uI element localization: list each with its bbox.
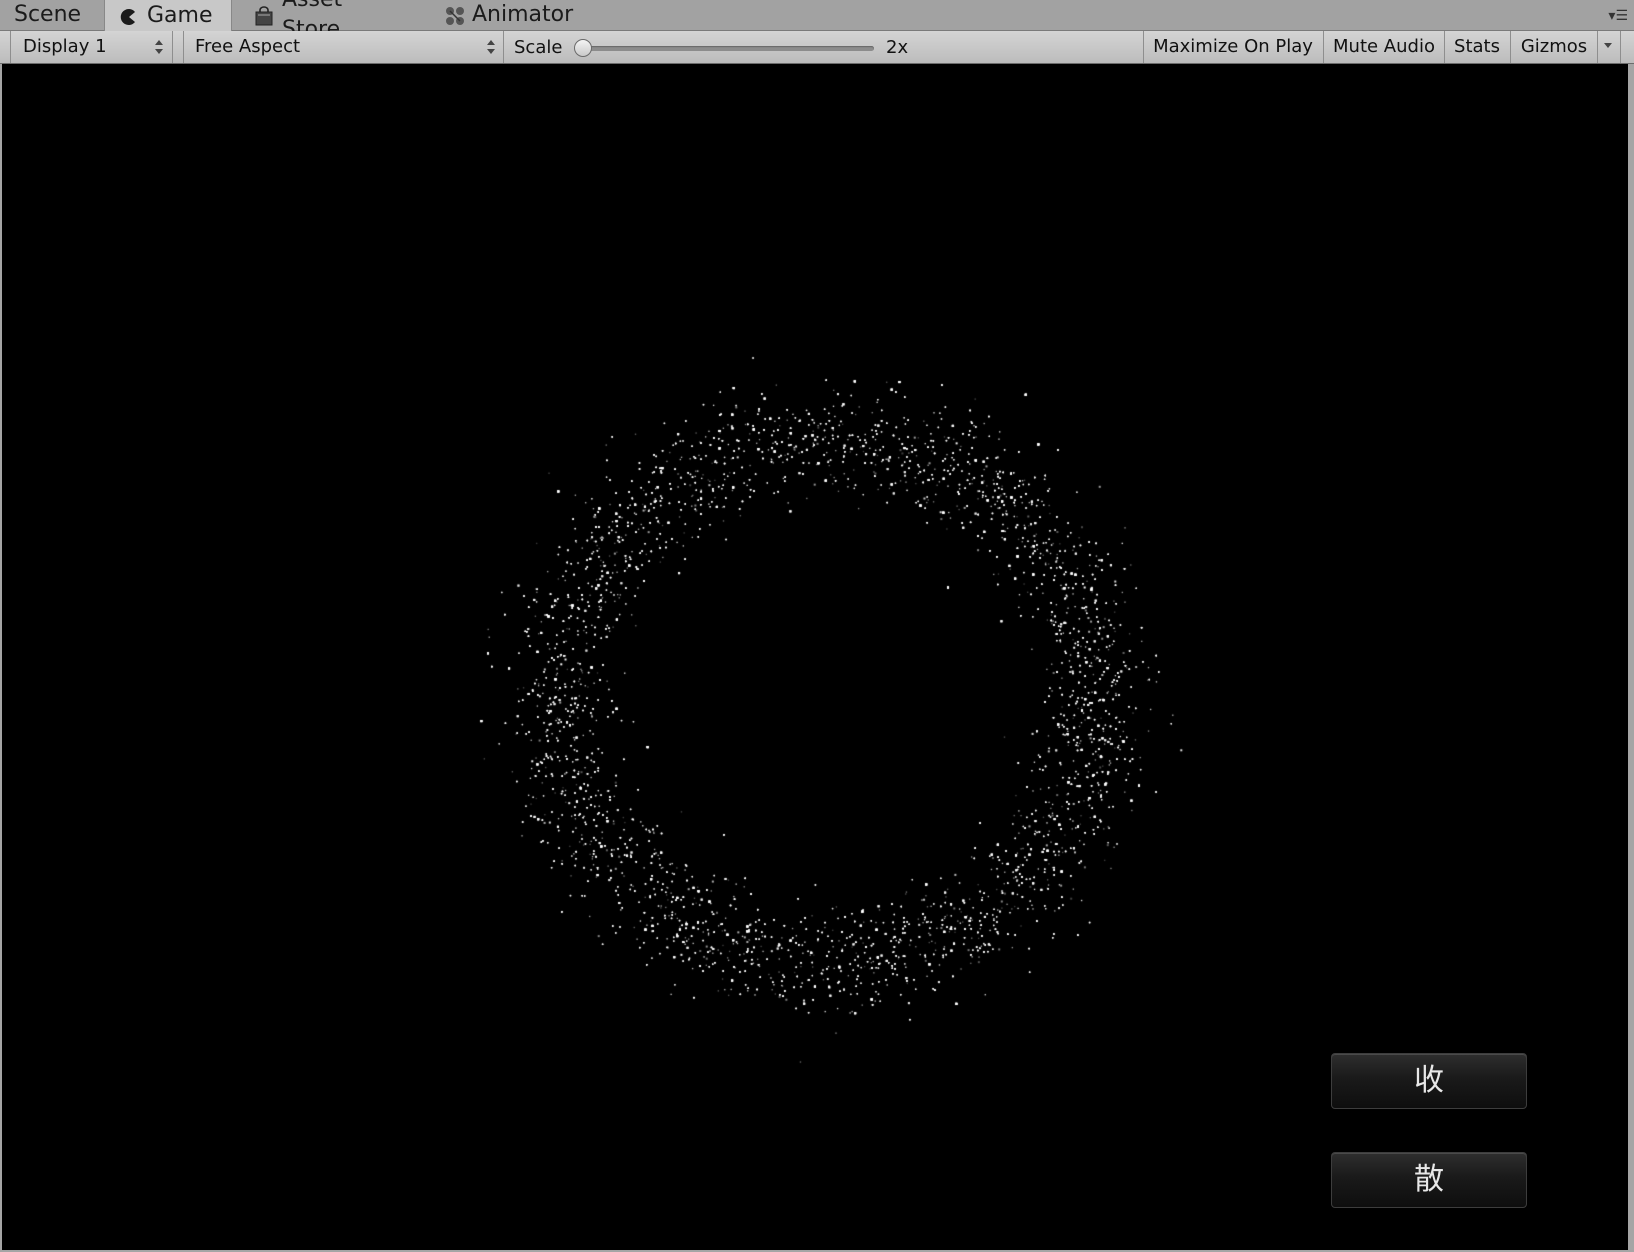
scale-value: 2x: [886, 37, 909, 58]
gizmos-label: Gizmos: [1520, 36, 1588, 57]
gizmos-toggle[interactable]: Gizmos: [1511, 31, 1597, 63]
tab-animator-label: Animator: [472, 2, 574, 27]
scatter-button[interactable]: 散: [1331, 1152, 1527, 1208]
gather-button[interactable]: 收: [1331, 1053, 1527, 1109]
game-toolbar: Display 1 Free Aspect Scale 2x Maximize …: [0, 31, 1634, 64]
animator-nodes-icon: [444, 5, 464, 25]
gizmos-dropdown[interactable]: [1598, 31, 1618, 63]
maximize-on-play-label: Maximize On Play: [1153, 36, 1313, 57]
scale-slider-thumb[interactable]: [574, 39, 592, 57]
scale-label: Scale: [514, 37, 563, 58]
mute-audio-label: Mute Audio: [1333, 36, 1435, 57]
tab-scene-label: Scene: [14, 2, 82, 27]
mute-audio-toggle[interactable]: Mute Audio: [1324, 31, 1444, 63]
popup-arrows-icon: [486, 40, 496, 54]
tab-game[interactable]: Game: [104, 0, 232, 31]
scale-slider-track[interactable]: [578, 46, 874, 51]
aspect-select-value: Free Aspect: [195, 36, 301, 57]
unity-game-window: Scene Game Asset Store: [0, 0, 1634, 1252]
display-select[interactable]: Display 1: [12, 31, 170, 63]
aspect-select[interactable]: Free Aspect: [184, 31, 502, 63]
shopping-bag-icon: [254, 5, 274, 26]
popup-arrows-icon: [154, 40, 164, 54]
tab-animator[interactable]: Animator: [430, 0, 590, 30]
chevron-down-icon: [1604, 43, 1612, 48]
pane-options-menu-icon[interactable]: ▾☰: [1602, 8, 1628, 24]
gather-button-label: 收: [1414, 1063, 1444, 1098]
maximize-on-play-toggle[interactable]: Maximize On Play: [1144, 31, 1322, 63]
tab-strip: Scene Game Asset Store: [0, 0, 1634, 42]
game-viewport[interactable]: 收 散: [2, 64, 1628, 1250]
stats-label: Stats: [1454, 36, 1500, 57]
tab-asset-store[interactable]: Asset Store: [240, 0, 420, 42]
scatter-button-label: 散: [1414, 1162, 1444, 1197]
tab-game-label: Game: [147, 2, 213, 28]
stats-toggle[interactable]: Stats: [1445, 31, 1509, 63]
tab-scene[interactable]: Scene: [0, 0, 100, 30]
display-select-value: Display 1: [23, 36, 107, 57]
pacman-icon: [119, 6, 139, 26]
